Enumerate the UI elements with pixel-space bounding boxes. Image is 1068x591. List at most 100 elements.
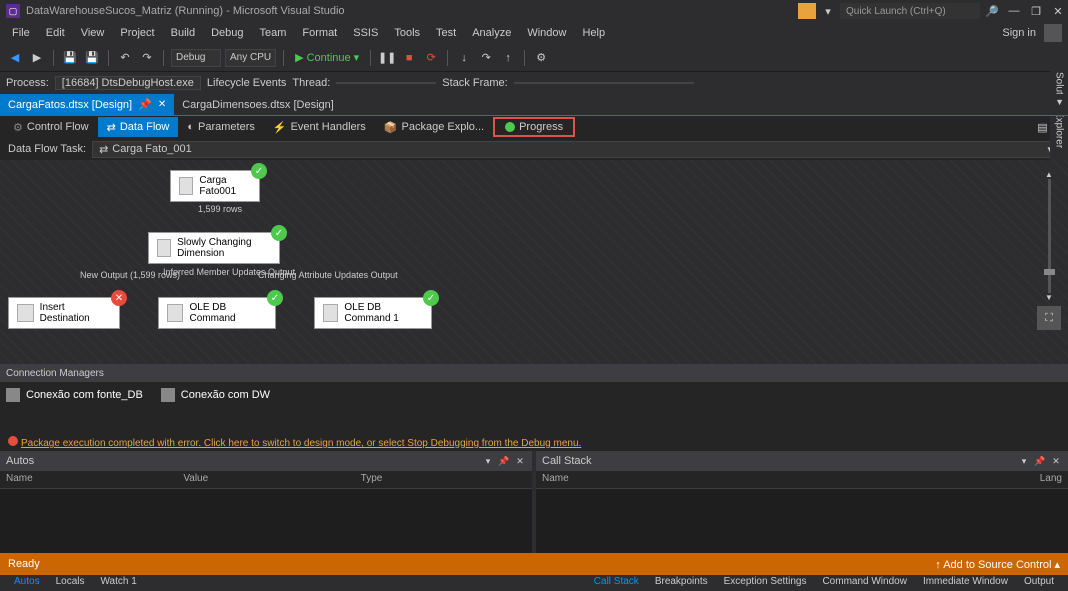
menu-debug[interactable]: Debug [203, 24, 251, 42]
db-icon [6, 388, 20, 402]
close-panel-icon[interactable]: ✕ [1050, 455, 1062, 467]
zoom-slider[interactable]: ▲ ▼ ⛶ [1042, 170, 1056, 330]
menu-tools[interactable]: Tools [386, 24, 428, 42]
col-name[interactable]: Name [0, 471, 177, 488]
connection-managers-panel: Conexão com fonte_DB Conexão com DW [0, 382, 1068, 434]
node-source[interactable]: Carga Fato001 ✓ [170, 170, 260, 202]
tab-autos[interactable]: Autos [6, 574, 48, 589]
sign-in-link[interactable]: Sign in [994, 25, 1044, 41]
node-insert[interactable]: Insert Destination ✕ [8, 297, 120, 329]
menu-ssis[interactable]: SSIS [345, 24, 386, 42]
process-name[interactable]: [16684] DtsDebugHost.exe [55, 76, 201, 90]
doc-tab-cargadimensoes[interactable]: CargaDimensoes.dtsx [Design] [174, 94, 342, 116]
dropdown-icon[interactable]: ▾ [482, 455, 494, 467]
col-name[interactable]: Name [536, 471, 954, 488]
connection-item[interactable]: Conexão com DW [161, 388, 270, 402]
tab-locals[interactable]: Locals [48, 574, 93, 589]
restore-button[interactable]: ❐ [1026, 1, 1046, 21]
menu-test[interactable]: Test [428, 24, 464, 42]
menu-edit[interactable]: Edit [38, 24, 73, 42]
thread-label: Thread: [292, 77, 330, 89]
tab-package-explorer[interactable]: 📦Package Explo... [375, 117, 493, 137]
tab-cmdwindow[interactable]: Command Window [814, 574, 914, 589]
stack-value[interactable] [514, 82, 694, 84]
toolbar: ◀ ▶ 💾 💾 ↶ ↷ Debug Any CPU ▶ Continue ▾ ❚… [0, 44, 1068, 72]
active-files-dropdown[interactable]: ▼ [1055, 97, 1064, 107]
continue-button[interactable]: ▶ Continue ▾ [291, 51, 363, 64]
close-panel-icon[interactable]: ✕ [514, 455, 526, 467]
menu-build[interactable]: Build [163, 24, 203, 42]
nav-fwd-icon[interactable]: ▶ [28, 49, 46, 67]
menu-file[interactable]: File [4, 24, 38, 42]
user-avatar-icon[interactable] [1044, 24, 1062, 42]
quick-launch-input[interactable]: Quick Launch (Ctrl+Q) [840, 3, 980, 19]
execution-error-bar[interactable]: Package execution completed with error. … [0, 434, 1068, 451]
tab-event-handlers[interactable]: ⚡Event Handlers [264, 117, 375, 137]
pin-icon[interactable]: 📌 [498, 455, 510, 467]
add-source-control[interactable]: ↑ Add to Source Control ▴ [935, 558, 1060, 571]
close-button[interactable]: ✕ [1048, 1, 1068, 21]
tab-watch1[interactable]: Watch 1 [92, 574, 144, 589]
node-oledb-cmd-1[interactable]: OLE DB Command 1 ✓ [314, 297, 432, 329]
zoom-fit-icon[interactable]: ⛶ [1037, 306, 1061, 330]
feedback-icon[interactable]: ▾ [818, 1, 838, 21]
connection-managers-header[interactable]: Connection Managers [0, 364, 1068, 382]
col-value[interactable]: Value [177, 471, 354, 488]
step-into-icon[interactable]: ↓ [455, 49, 473, 67]
tab-control-flow[interactable]: ⚙Control Flow [4, 117, 98, 137]
step-over-icon[interactable]: ↷ [477, 49, 495, 67]
doc-tab-label: CargaFatos.dtsx [Design] [8, 99, 132, 111]
tab-progress[interactable]: Progress [493, 117, 575, 137]
nav-back-icon[interactable]: ◀ [6, 49, 24, 67]
step-out-icon[interactable]: ↑ [499, 49, 517, 67]
doc-tab-cargafatos[interactable]: CargaFatos.dtsx [Design] 📌 ✕ [0, 94, 174, 116]
config-dropdown[interactable]: Debug [171, 49, 221, 67]
variables-icon[interactable]: ▤ [1037, 121, 1047, 134]
status-ok-icon: ✓ [271, 225, 287, 241]
menu-project[interactable]: Project [112, 24, 162, 42]
status-ok-icon: ✓ [251, 163, 267, 179]
col-type[interactable]: Type [355, 471, 532, 488]
menu-help[interactable]: Help [574, 24, 613, 42]
save-all-icon[interactable]: 💾 [83, 49, 101, 67]
platform-dropdown[interactable]: Any CPU [225, 49, 276, 67]
dropdown-icon[interactable]: ▾ [1018, 455, 1030, 467]
node-scd[interactable]: Slowly Changing Dimension ✓ [148, 232, 280, 264]
design-canvas[interactable]: Carga Fato001 ✓ 1,599 rows Slowly Changi… [0, 160, 1068, 364]
tab-callstack[interactable]: Call Stack [586, 574, 647, 589]
undo-icon[interactable]: ↶ [116, 49, 134, 67]
node-label: OLE DB Command 1 [344, 302, 423, 324]
node-oledb-cmd[interactable]: OLE DB Command ✓ [158, 297, 276, 329]
dft-dropdown[interactable]: ⇄Carga Fato_001▾ [92, 141, 1060, 158]
tab-output[interactable]: Output [1016, 574, 1062, 589]
stop-icon[interactable]: ■ [400, 49, 418, 67]
menu-view[interactable]: View [73, 24, 113, 42]
pin-icon[interactable]: 📌 [1034, 455, 1046, 467]
notifications-icon[interactable] [798, 3, 816, 19]
restart-icon[interactable]: ⟳ [422, 49, 440, 67]
connection-item[interactable]: Conexão com fonte_DB [6, 388, 143, 402]
col-lang[interactable]: Lang [954, 471, 1068, 488]
dft-label: Data Flow Task: [8, 143, 86, 155]
pin-icon[interactable]: 📌 [138, 98, 152, 111]
minimize-button[interactable]: — [1004, 1, 1024, 21]
menu-window[interactable]: Window [519, 24, 574, 42]
break-all-icon[interactable]: ❚❚ [378, 49, 396, 67]
menu-team[interactable]: Team [252, 24, 295, 42]
error-link[interactable]: Package execution completed with error. … [21, 438, 581, 449]
close-tab-icon[interactable]: ✕ [158, 99, 166, 110]
menu-format[interactable]: Format [294, 24, 345, 42]
tab-breakpoints[interactable]: Breakpoints [647, 574, 716, 589]
redo-icon[interactable]: ↷ [138, 49, 156, 67]
search-icon[interactable]: 🔎 [982, 1, 1002, 21]
tab-immediate[interactable]: Immediate Window [915, 574, 1016, 589]
tab-data-flow[interactable]: ⇄Data Flow [98, 117, 179, 137]
process-bar: Process: [16684] DtsDebugHost.exe Lifecy… [0, 72, 1068, 94]
lifecycle-label[interactable]: Lifecycle Events [207, 77, 286, 89]
tab-exception[interactable]: Exception Settings [716, 574, 815, 589]
thread-value[interactable] [336, 82, 436, 84]
tab-parameters[interactable]: ◐Parameters [178, 117, 264, 137]
menu-analyze[interactable]: Analyze [464, 24, 519, 42]
save-icon[interactable]: 💾 [61, 49, 79, 67]
hex-icon[interactable]: ⚙ [532, 49, 550, 67]
